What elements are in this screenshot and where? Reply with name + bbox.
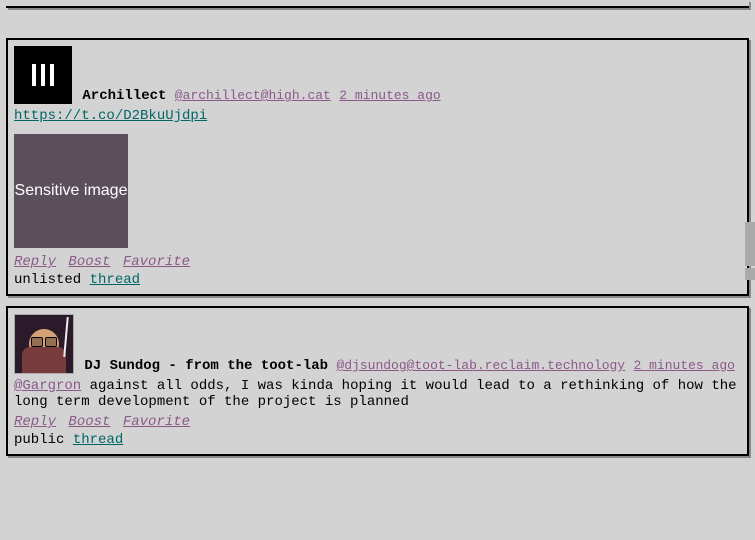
timestamp[interactable]: 2 minutes ago — [339, 88, 440, 103]
visibility-label: unlisted — [14, 272, 81, 288]
sensitive-image[interactable]: Sensitive image — [14, 134, 128, 248]
body-link[interactable]: https://t.co/D2BkuUjdpi — [14, 108, 207, 124]
user-handle[interactable]: @djsundog@toot-lab.reclaim.technology — [336, 358, 625, 373]
display-name[interactable]: DJ Sundog - from the toot-lab — [84, 358, 328, 374]
timestamp[interactable]: 2 minutes ago — [634, 358, 735, 373]
post-header: Archillect @archillect@high.cat 2 minute… — [14, 46, 741, 104]
favorite-button[interactable]: Favorite — [123, 254, 190, 270]
scrollbar[interactable] — [745, 268, 755, 280]
avatar[interactable] — [14, 314, 74, 374]
post-actions: Reply Boost Favorite — [14, 254, 741, 270]
post: Archillect @archillect@high.cat 2 minute… — [6, 38, 749, 296]
scrollbar[interactable] — [745, 222, 755, 266]
body-text: against all odds, I was kinda hoping it … — [14, 378, 737, 410]
avatar[interactable] — [14, 46, 72, 104]
post-body: @Gargron against all odds, I was kinda h… — [14, 378, 741, 410]
sensitive-label: Sensitive image — [15, 182, 128, 200]
post-meta: public thread — [14, 432, 741, 448]
boost-button[interactable]: Boost — [68, 414, 110, 430]
post-body: https://t.co/D2BkuUjdpi — [14, 108, 741, 124]
post-header: DJ Sundog - from the toot-lab @djsundog@… — [14, 314, 741, 374]
archillect-icon — [30, 64, 56, 86]
post: DJ Sundog - from the toot-lab @djsundog@… — [6, 306, 749, 456]
thread-link[interactable]: thread — [73, 432, 123, 448]
thread-link[interactable]: thread — [90, 272, 140, 288]
mention[interactable]: @Gargron — [14, 378, 81, 394]
visibility-label: public — [14, 432, 64, 448]
display-name[interactable]: Archillect — [82, 88, 166, 104]
reply-button[interactable]: Reply — [14, 254, 56, 270]
reply-button[interactable]: Reply — [14, 414, 56, 430]
boost-button[interactable]: Boost — [68, 254, 110, 270]
user-handle[interactable]: @archillect@high.cat — [175, 88, 331, 103]
post-actions: Reply Boost Favorite — [14, 414, 741, 430]
post-meta: unlisted thread — [14, 272, 741, 288]
favorite-button[interactable]: Favorite — [123, 414, 190, 430]
previous-post-edge — [6, 0, 749, 8]
